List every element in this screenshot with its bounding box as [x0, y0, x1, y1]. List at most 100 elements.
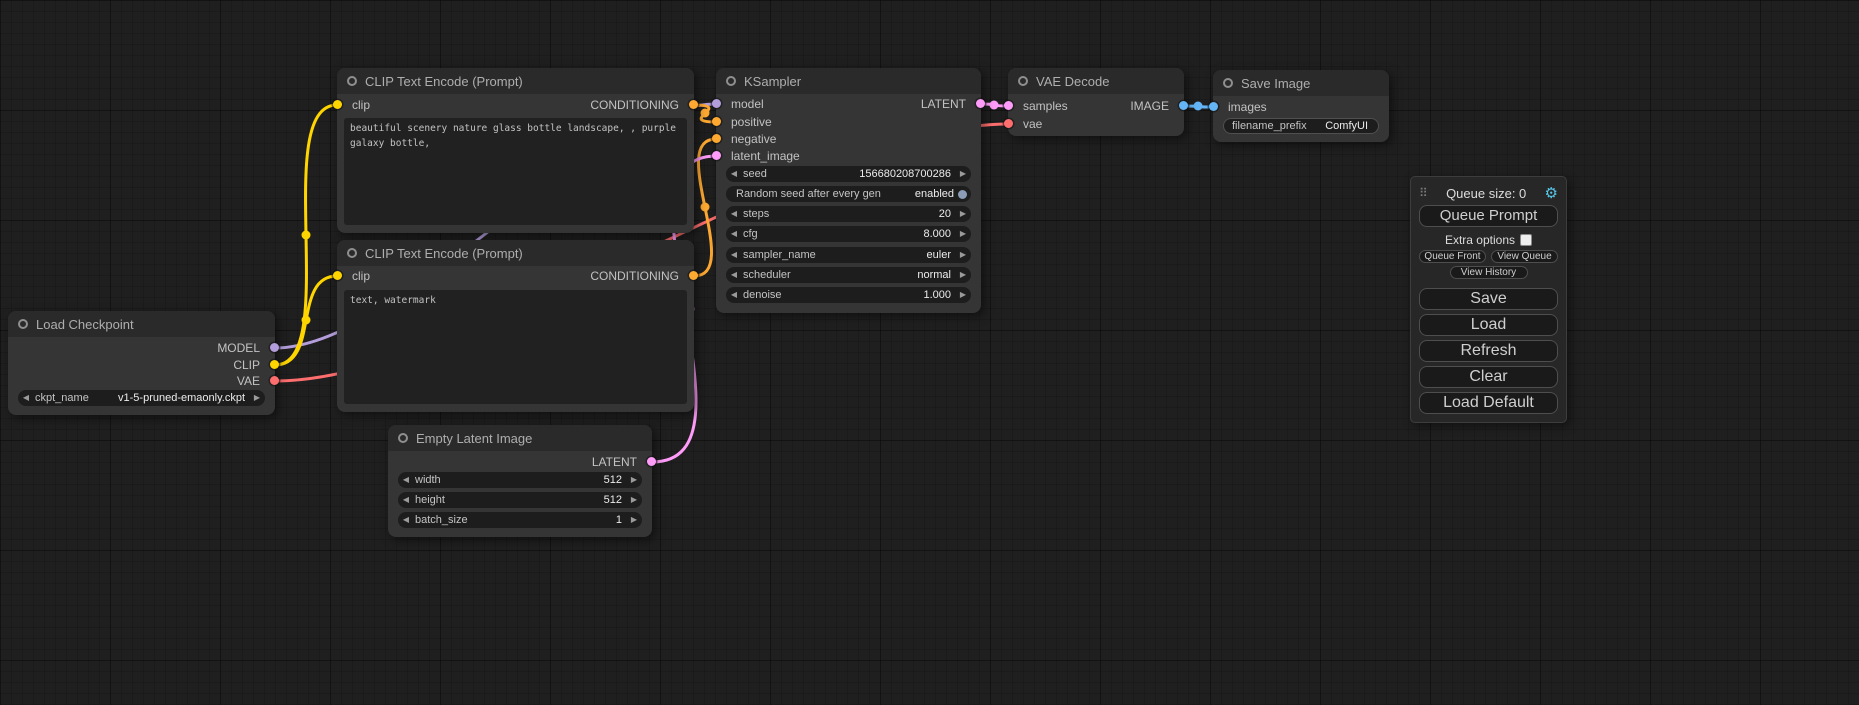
node-title-bar[interactable]: CLIP Text Encode (Prompt) [337, 240, 694, 266]
node-clip-text-encode-negative[interactable]: CLIP Text Encode (Prompt) clip CONDITION… [337, 240, 694, 412]
widget-label: width [415, 474, 441, 486]
widget-cfg[interactable]: ◀ cfg 8.000 ▶ [726, 226, 971, 242]
load-button[interactable]: Load [1419, 314, 1558, 336]
output-label: VAE [237, 374, 260, 388]
increment-arrow-icon[interactable]: ▶ [955, 287, 971, 303]
increment-arrow-icon[interactable]: ▶ [955, 267, 971, 283]
increment-arrow-icon[interactable]: ▶ [626, 472, 642, 488]
output-slot-model: MODEL [8, 340, 275, 356]
extra-options-checkbox[interactable] [1520, 234, 1532, 246]
node-title-bar[interactable]: KSampler [716, 68, 981, 94]
collapse-dot-icon[interactable] [1223, 78, 1233, 88]
widget-value: ComfyUI [1325, 120, 1368, 132]
widget-height[interactable]: ◀ height 512 ▶ [398, 492, 642, 508]
widget-filename-prefix[interactable]: filename_prefix ComfyUI [1223, 118, 1379, 134]
widget-value: 512 [604, 474, 622, 486]
widget-ckpt-name[interactable]: ◀ ckpt_name v1-5-pruned-emaonly.ckpt ▶ [18, 390, 265, 406]
save-button[interactable]: Save [1419, 288, 1558, 310]
collapse-dot-icon[interactable] [726, 76, 736, 86]
queue-size-label: Queue size: 0 [1428, 186, 1545, 201]
images-input-dot[interactable] [1209, 102, 1218, 111]
increment-arrow-icon[interactable]: ▶ [626, 512, 642, 528]
widget-steps[interactable]: ◀ steps 20 ▶ [726, 206, 971, 222]
queue-front-button[interactable]: Queue Front [1419, 250, 1486, 263]
view-history-button[interactable]: View History [1450, 266, 1528, 279]
decrement-arrow-icon[interactable]: ◀ [726, 267, 742, 283]
latent-output-dot[interactable] [647, 457, 656, 466]
increment-arrow-icon[interactable]: ▶ [955, 247, 971, 263]
decrement-arrow-icon[interactable]: ◀ [18, 390, 34, 406]
collapse-dot-icon[interactable] [347, 76, 357, 86]
toggle-knob-icon[interactable] [958, 190, 967, 199]
node-title-bar[interactable]: Load Checkpoint [8, 311, 275, 337]
increment-arrow-icon[interactable]: ▶ [249, 390, 265, 406]
node-ksampler[interactable]: KSampler model LATENT positive negative … [716, 68, 981, 313]
slot-row: samples IMAGE [1008, 98, 1184, 114]
decrement-arrow-icon[interactable]: ◀ [726, 206, 742, 222]
decrement-arrow-icon[interactable]: ◀ [726, 166, 742, 182]
clear-button[interactable]: Clear [1419, 366, 1558, 388]
node-empty-latent-image[interactable]: Empty Latent Image LATENT ◀ width 512 ▶ … [388, 425, 652, 537]
input-slot-latent-image: latent_image [716, 148, 981, 164]
widget-seed[interactable]: ◀ seed 156680208700286 ▶ [726, 166, 971, 182]
node-title-bar[interactable]: Empty Latent Image [388, 425, 652, 451]
clip-input-dot[interactable] [333, 271, 342, 280]
collapse-dot-icon[interactable] [347, 248, 357, 258]
settings-gear-icon[interactable]: ⚙ [1545, 186, 1558, 201]
extra-options-label: Extra options [1445, 233, 1515, 247]
increment-arrow-icon[interactable]: ▶ [955, 226, 971, 242]
vae-input-dot[interactable] [1004, 119, 1013, 128]
increment-arrow-icon[interactable]: ▶ [955, 166, 971, 182]
decrement-arrow-icon[interactable]: ◀ [726, 287, 742, 303]
widget-batch-size[interactable]: ◀ batch_size 1 ▶ [398, 512, 642, 528]
node-title: CLIP Text Encode (Prompt) [365, 74, 523, 89]
node-load-checkpoint[interactable]: Load Checkpoint MODEL CLIP VAE ◀ ckpt_na… [8, 311, 275, 415]
clip-output-dot[interactable] [270, 360, 279, 369]
input-label: samples [1023, 99, 1068, 113]
node-title-bar[interactable]: CLIP Text Encode (Prompt) [337, 68, 694, 94]
node-clip-text-encode-positive[interactable]: CLIP Text Encode (Prompt) clip CONDITION… [337, 68, 694, 233]
negative-prompt-textarea[interactable]: text, watermark [344, 290, 687, 404]
model-output-dot[interactable] [270, 343, 279, 352]
decrement-arrow-icon[interactable]: ◀ [726, 226, 742, 242]
collapse-dot-icon[interactable] [1018, 76, 1028, 86]
decrement-arrow-icon[interactable]: ◀ [398, 472, 414, 488]
drag-handle-icon[interactable]: ⠿ [1419, 186, 1428, 200]
node-title: Empty Latent Image [416, 431, 532, 446]
node-save-image[interactable]: Save Image images filename_prefix ComfyU… [1213, 70, 1389, 142]
load-default-button[interactable]: Load Default [1419, 392, 1558, 414]
node-title-bar[interactable]: VAE Decode [1008, 68, 1184, 94]
widget-sampler-name[interactable]: ◀ sampler_name euler ▶ [726, 247, 971, 263]
widget-width[interactable]: ◀ width 512 ▶ [398, 472, 642, 488]
queue-prompt-button[interactable]: Queue Prompt [1419, 205, 1558, 227]
input-slot-images: images [1213, 99, 1389, 115]
positive-prompt-textarea[interactable]: beautiful scenery nature glass bottle la… [344, 118, 687, 225]
decrement-arrow-icon[interactable]: ◀ [398, 512, 414, 528]
collapse-dot-icon[interactable] [18, 319, 28, 329]
latent-output-dot[interactable] [976, 99, 985, 108]
increment-arrow-icon[interactable]: ▶ [955, 206, 971, 222]
model-input-dot[interactable] [712, 99, 721, 108]
latent-image-input-dot[interactable] [712, 151, 721, 160]
widget-denoise[interactable]: ◀ denoise 1.000 ▶ [726, 287, 971, 303]
image-output-dot[interactable] [1179, 101, 1188, 110]
node-graph-canvas[interactable]: Load Checkpoint MODEL CLIP VAE ◀ ckpt_na… [0, 0, 1859, 705]
collapse-dot-icon[interactable] [398, 433, 408, 443]
clip-input-dot[interactable] [333, 100, 342, 109]
widget-random-seed-toggle[interactable]: Random seed after every gen enabled [726, 186, 971, 202]
samples-input-dot[interactable] [1004, 101, 1013, 110]
node-vae-decode[interactable]: VAE Decode samples IMAGE vae [1008, 68, 1184, 136]
widget-scheduler[interactable]: ◀ scheduler normal ▶ [726, 267, 971, 283]
increment-arrow-icon[interactable]: ▶ [626, 492, 642, 508]
node-title-bar[interactable]: Save Image [1213, 70, 1389, 96]
view-queue-button[interactable]: View Queue [1491, 250, 1558, 263]
output-label: LATENT [921, 97, 966, 111]
conditioning-output-dot[interactable] [689, 100, 698, 109]
decrement-arrow-icon[interactable]: ◀ [398, 492, 414, 508]
refresh-button[interactable]: Refresh [1419, 340, 1558, 362]
vae-output-dot[interactable] [270, 376, 279, 385]
decrement-arrow-icon[interactable]: ◀ [726, 247, 742, 263]
positive-input-dot[interactable] [712, 117, 721, 126]
conditioning-output-dot[interactable] [689, 271, 698, 280]
negative-input-dot[interactable] [712, 134, 721, 143]
